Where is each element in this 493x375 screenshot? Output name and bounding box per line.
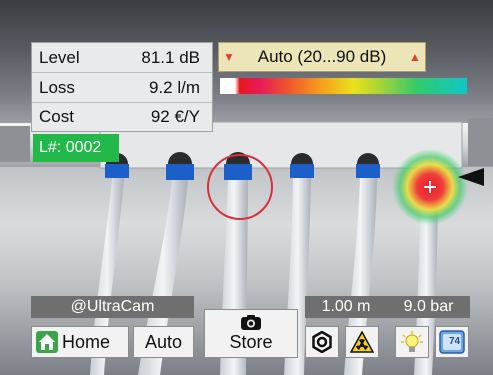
measurement-panel: Level 81.1 dB Loss 9.2 l/m Cost 92 €/Y bbox=[31, 42, 213, 132]
color-scale-bar bbox=[220, 78, 467, 94]
radiation-warning-icon bbox=[350, 331, 374, 353]
home-label: Home bbox=[62, 331, 111, 352]
store-button[interactable]: Store bbox=[204, 309, 298, 358]
home-icon bbox=[36, 331, 58, 353]
light-bulb-icon bbox=[401, 331, 423, 352]
pipe-fitting-right bbox=[468, 118, 493, 166]
range-label: Auto (20...90 dB) bbox=[257, 47, 387, 66]
leak-id-badge: L#: 0002 bbox=[33, 134, 119, 162]
measurement-label: Cost bbox=[39, 107, 74, 126]
settings-button[interactable] bbox=[305, 326, 339, 358]
gear-icon bbox=[312, 331, 332, 353]
home-button[interactable]: Home bbox=[31, 326, 129, 358]
measurement-label: Level bbox=[39, 47, 80, 67]
thermo-value: 74 bbox=[449, 336, 461, 347]
pressure-value: 9.0 bar bbox=[403, 298, 454, 315]
brand-label: @UltraCam bbox=[31, 296, 194, 318]
measurement-row-cost: Cost 92 €/Y bbox=[32, 103, 212, 131]
measurement-value: 92 €/Y bbox=[150, 107, 200, 126]
parameter-readout: 1.00 m 9.0 bar bbox=[305, 296, 470, 318]
radiation-mode-button[interactable] bbox=[345, 326, 379, 358]
auto-label: Auto bbox=[144, 331, 183, 352]
auto-button[interactable]: Auto bbox=[133, 326, 194, 358]
measurement-label: Loss bbox=[39, 77, 75, 97]
distance-value: 1.00 m bbox=[321, 298, 371, 315]
measurement-value: 9.2 l/m bbox=[148, 77, 200, 97]
measurement-row-loss: Loss 9.2 l/m bbox=[32, 73, 212, 103]
camera-icon bbox=[241, 315, 261, 330]
range-selector[interactable]: ▼ Auto (20...90 dB) ▲ bbox=[218, 42, 426, 72]
light-button[interactable] bbox=[395, 326, 429, 358]
store-label: Store bbox=[229, 332, 273, 352]
pipe-fitting-left bbox=[0, 126, 30, 162]
range-decrease-icon[interactable]: ▼ bbox=[219, 50, 239, 64]
thermometer-button[interactable]: 74 bbox=[435, 326, 469, 358]
camera-view: Level 81.1 dB Loss 9.2 l/m Cost 92 €/Y ▼… bbox=[0, 0, 493, 375]
measurement-value: 81.1 dB bbox=[141, 47, 200, 67]
range-increase-icon[interactable]: ▲ bbox=[405, 50, 425, 64]
measurement-row-level: Level 81.1 dB bbox=[32, 43, 212, 73]
